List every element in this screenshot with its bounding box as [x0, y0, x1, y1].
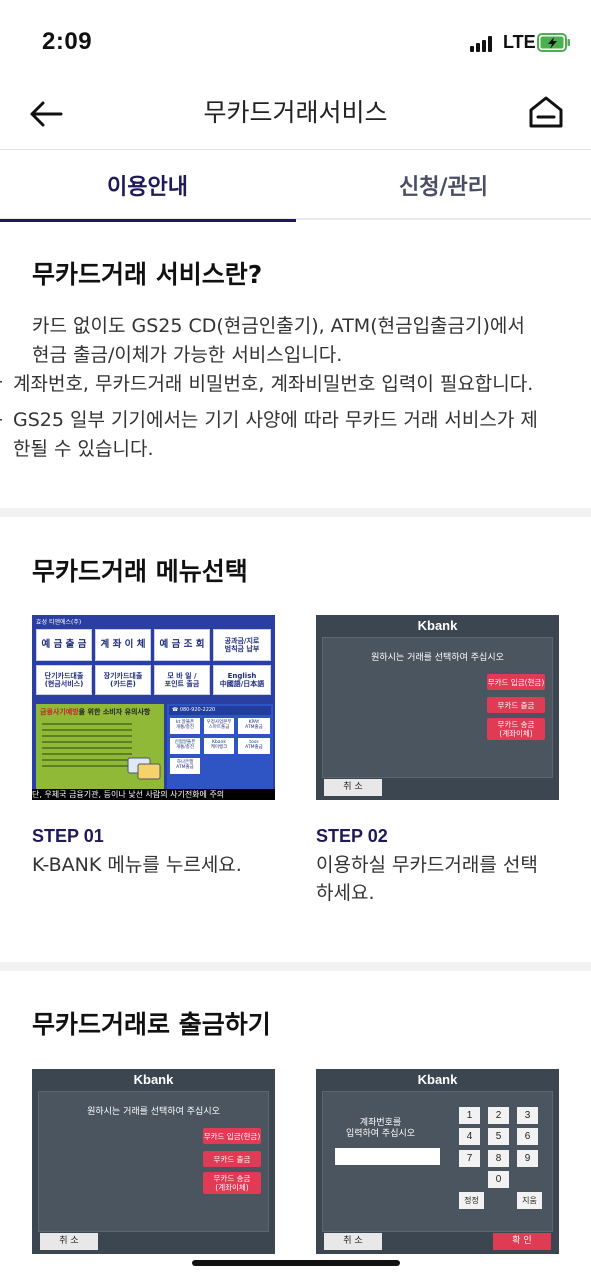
atm-confirm: 확 인	[493, 1233, 551, 1250]
tab-bar: 이용안내 신청/관리	[0, 150, 591, 222]
atm-option-deposit: 무카드 입금(현금)	[487, 674, 545, 690]
step1-description: K-BANK 메뉴를 누르세요.	[32, 851, 292, 879]
atm-message: 원하시는 거래를 선택하여 주십시오	[87, 1107, 220, 1117]
kiosk-mini-btn: toss ATM출금	[238, 738, 270, 754]
kiosk-btn: 계 좌 이 체	[95, 629, 151, 661]
withdraw-title: 무카드거래로 출금하기	[32, 1010, 271, 1039]
keypad-clear: 지움	[517, 1192, 542, 1209]
bullet-dash: -	[0, 408, 3, 430]
keypad-key: 4	[459, 1128, 480, 1145]
withdraw-atm-image-1: Kbank 원하시는 거래를 선택하여 주십시오 무카드 입금(현금) 무카드 …	[32, 1069, 275, 1254]
kiosk-mini-btn: Kbank 케이뱅크	[204, 738, 234, 754]
menu-select-title: 무카드거래 메뉴선택	[32, 557, 248, 586]
kiosk-brand: 효성 티앤에스(주)	[36, 619, 82, 626]
page-title: 무카드거래서비스	[203, 98, 388, 127]
intro-bullet-2-line1: GS25 일부 기기에서는 기기 사양에 따라 무카드 거래 서비스가 제	[13, 409, 538, 431]
keypad-key: 0	[488, 1171, 509, 1188]
kiosk-btn: 단기카드대출 (현금서비스)	[36, 665, 92, 695]
kiosk-mini-btn: 하나은행 ATM출금	[170, 758, 200, 774]
kiosk-btn: 예 금 출 금	[36, 629, 92, 661]
intro-description-line1: 카드 없이도 GS25 CD(현금인출기), ATM(현금입출금기)에서	[32, 315, 525, 337]
keypad-key: 6	[517, 1128, 538, 1145]
step2-description-line2: 하세요.	[316, 882, 375, 904]
home-icon	[529, 96, 563, 128]
app-header: 무카드거래서비스	[0, 80, 591, 150]
card-illustration-icon	[127, 757, 161, 780]
atm-screen: 원하시는 거래를 선택하여 주십시오 무카드 입금(현금) 무카드 출금 무카드…	[38, 1091, 269, 1232]
section-divider	[0, 962, 591, 971]
atm-cancel: 취 소	[40, 1233, 98, 1250]
atm-option-deposit: 무카드 입금(현금)	[203, 1128, 261, 1144]
atm-option-withdraw: 무카드 출금	[487, 697, 545, 713]
intro-bullet-1: 계좌번호, 무카드거래 비밀번호, 계좌비밀번호 입력이 필요합니다.	[13, 373, 534, 395]
step2-description-line1: 이용하실 무카드거래를 선택	[316, 854, 538, 876]
step2-label: STEP 02	[316, 826, 388, 846]
atm-brand: Kbank	[133, 1072, 174, 1087]
atm-option-transfer: 무카드 송금 (계좌이체)	[487, 718, 545, 740]
atm-brand: Kbank	[417, 1072, 458, 1087]
status-bar: 2:09 LTE	[0, 0, 591, 80]
step2-description: 이용하실 무카드거래를 선택 하세요.	[316, 851, 576, 907]
keypad-key: 5	[488, 1128, 509, 1145]
intro-bullet-2-line2: 한될 수 있습니다.	[13, 438, 154, 460]
atm-screen: 원하시는 거래를 선택하여 주십시오 무카드 입금(현금) 무카드 출금 무카드…	[322, 637, 553, 778]
status-time: 2:09	[42, 28, 93, 55]
intro-description-line2: 현금 출금/이체가 가능한 서비스입니다.	[32, 344, 343, 366]
tab-guide[interactable]: 이용안내	[0, 150, 296, 222]
home-button[interactable]	[524, 90, 568, 134]
section-divider	[0, 508, 591, 517]
kiosk-notice-title: 금융사기예방을 위한 소비자 유의사항	[40, 708, 151, 716]
kiosk-partner-panel: ☎ 080-920-2220 kt 알뜰폰 개통/충전 우정사업본부 스마트출금…	[167, 704, 273, 792]
kiosk-mini-btn: KPAY ATM출금	[238, 718, 270, 734]
kiosk-ticker: 단, 우체국 금융기관, 등이나 낯선 사람의 사기전화에 주의	[32, 789, 275, 800]
step2-atm-image: Kbank 원하시는 거래를 선택하여 주십시오 무카드 입금(현금) 무카드 …	[316, 615, 559, 800]
kiosk-btn: English 中國語/日本語	[213, 665, 271, 695]
atm-option-transfer: 무카드 송금 (계좌이체)	[203, 1172, 261, 1194]
intro-description: 카드 없이도 GS25 CD(현금인출기), ATM(현금입출금기)에서 현금 …	[32, 312, 572, 370]
tab-apply-manage[interactable]: 신청/관리	[296, 150, 591, 220]
keypad-key: 1	[459, 1107, 480, 1124]
bullet-dash: -	[0, 370, 3, 392]
kiosk-notice-panel: 금융사기예방을 위한 소비자 유의사항	[36, 704, 164, 792]
kiosk-btn: 예 금 조 회	[154, 629, 210, 661]
keypad-key: 3	[517, 1107, 538, 1124]
kiosk-btn: 공과금/지로 범칙금 납부	[213, 629, 271, 661]
atm-account-input	[335, 1148, 440, 1165]
atm-message: 원하시는 거래를 선택하여 주십시오	[371, 653, 504, 663]
kiosk-mini-btn: 우정사업본부 스마트출금	[204, 718, 234, 734]
kiosk-mini-btn: 신협알뜰폰 개통/충전	[170, 738, 200, 754]
keypad-key: 8	[488, 1150, 509, 1167]
atm-account-prompt: 계좌번호를 입력하여 주십시오	[345, 1118, 416, 1139]
withdraw-atm-image-2: Kbank 계좌번호를 입력하여 주십시오 1 2 3 4 5 6 7 8 9 …	[316, 1069, 559, 1254]
atm-option-withdraw: 무카드 출금	[203, 1151, 261, 1167]
atm-screen: 계좌번호를 입력하여 주십시오 1 2 3 4 5 6 7 8 9 0 정정 지…	[322, 1091, 553, 1232]
keypad-key: 7	[459, 1150, 480, 1167]
signal-icon	[470, 36, 496, 52]
battery-icon	[537, 33, 571, 52]
keypad-key: 9	[517, 1150, 538, 1167]
atm-brand: Kbank	[417, 618, 458, 633]
kiosk-btn: 장기카드대출 (카드론)	[95, 665, 151, 695]
atm-cancel: 취 소	[324, 1233, 382, 1250]
step1-description-line1: K-BANK 메뉴를 누르세요.	[32, 854, 242, 876]
step1-kiosk-image: 효성 티앤에스(주) 예 금 출 금 계 좌 이 체 예 금 조 회 공과금/지…	[32, 615, 275, 800]
step1-label: STEP 01	[32, 826, 104, 846]
home-indicator	[192, 1260, 400, 1266]
kiosk-btn: 모 바 일 / 포인트 출금	[154, 665, 210, 695]
kiosk-mini-btn: kt 알뜰폰 개통/충전	[170, 718, 200, 734]
intro-bullet-2: GS25 일부 기기에서는 기기 사양에 따라 무카드 거래 서비스가 제 한될…	[13, 406, 583, 464]
network-label: LTE	[503, 32, 536, 52]
intro-title: 무카드거래 서비스란?	[32, 260, 263, 289]
atm-cancel: 취 소	[324, 779, 382, 796]
keypad-key: 2	[488, 1107, 509, 1124]
keypad-correct: 정정	[459, 1192, 484, 1209]
